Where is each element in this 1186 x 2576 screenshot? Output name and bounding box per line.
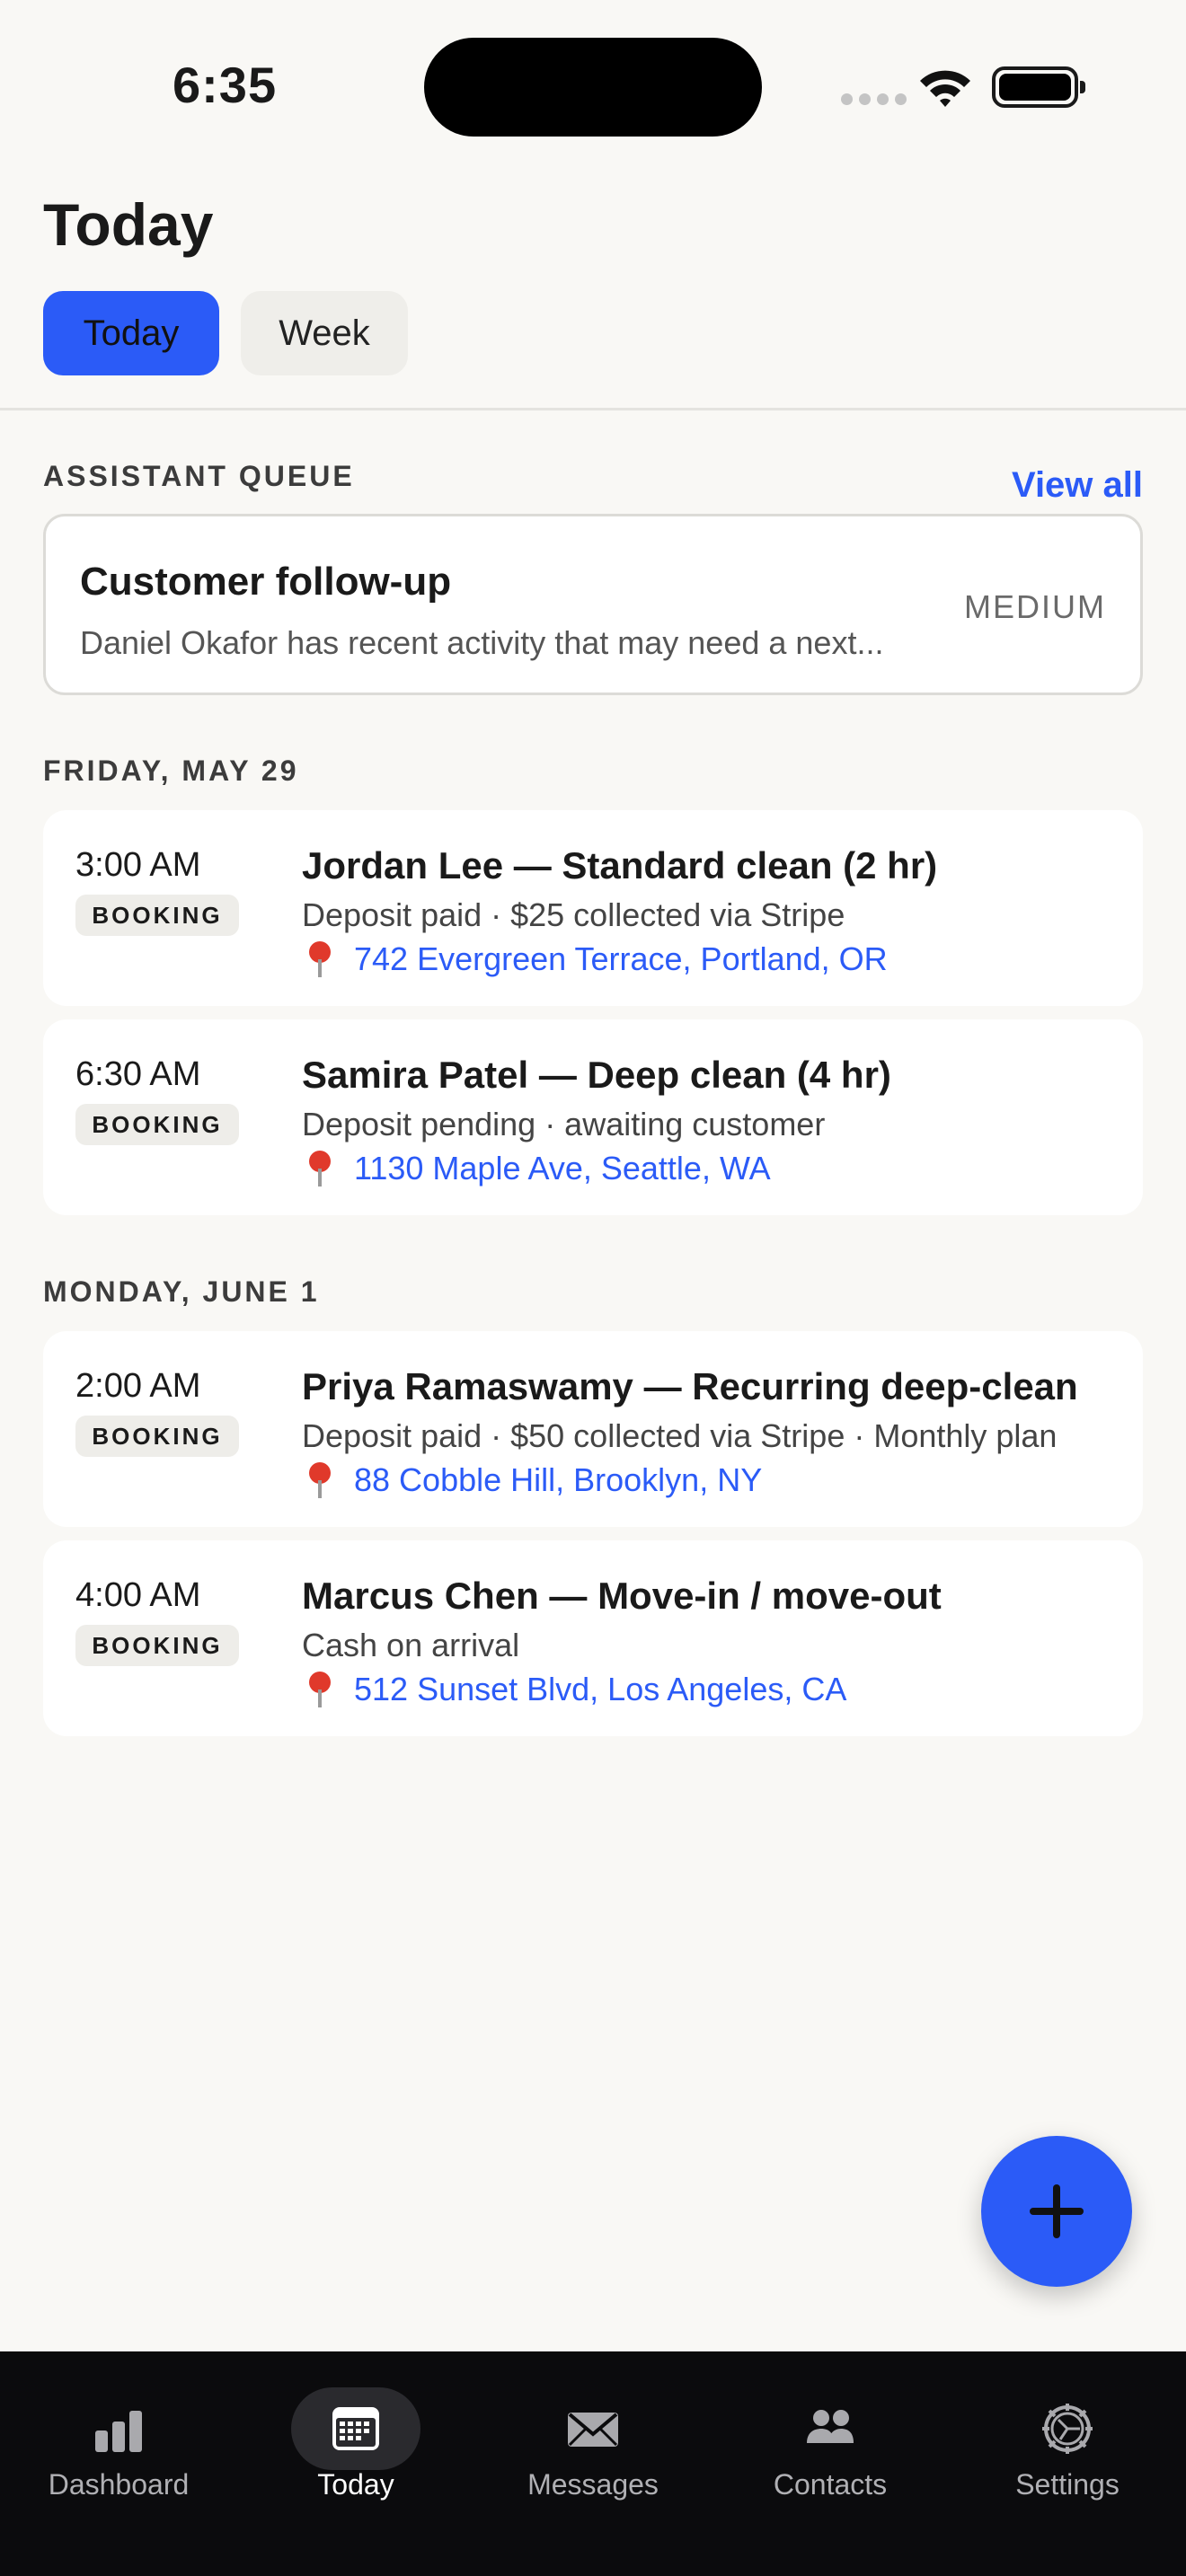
booking-title: Samira Patel — Deep clean (4 hr): [302, 1054, 891, 1096]
tab-label: Messages: [527, 2468, 659, 2501]
tab-label: Contacts: [773, 2468, 888, 2501]
tab-bar: Dashboard Today Messages Contacts Settin…: [0, 2351, 1186, 2576]
map-pin-icon: [302, 1149, 338, 1188]
queue-card-description: Daniel Okafor has recent activity that m…: [80, 624, 884, 661]
booking-badge: BOOKING: [75, 895, 239, 936]
booking-time: 2:00 AM: [75, 1367, 201, 1405]
assistant-queue-label: ASSISTANT QUEUE: [43, 460, 355, 492]
tab-dashboard[interactable]: Dashboard: [0, 2378, 237, 2504]
booking-badge: BOOKING: [75, 1625, 239, 1666]
bar-chart-icon: [95, 2411, 142, 2452]
page-title: Today: [43, 191, 214, 258]
booking-title: Priya Ramaswamy — Recurring deep-clean: [302, 1365, 1078, 1407]
booking-badge: BOOKING: [75, 1416, 239, 1457]
tab-label: Today: [317, 2468, 394, 2501]
booking-address-link[interactable]: 1130 Maple Ave, Seattle, WA: [302, 1149, 771, 1188]
booking-card[interactable]: 6:30 AM BOOKING Samira Patel — Deep clea…: [43, 1019, 1143, 1215]
segment-today[interactable]: Today: [43, 291, 219, 375]
calendar-icon: [332, 2407, 379, 2450]
wifi-icon: [920, 70, 970, 107]
booking-address: 512 Sunset Blvd, Los Angeles, CA: [354, 1671, 847, 1707]
booking-address-link[interactable]: 512 Sunset Blvd, Los Angeles, CA: [302, 1670, 846, 1709]
booking-address: 88 Cobble Hill, Brooklyn, NY: [354, 1461, 763, 1498]
segment-week[interactable]: Week: [241, 291, 408, 375]
booking-card[interactable]: 3:00 AM BOOKING Jordan Lee — Standard cl…: [43, 810, 1143, 1006]
tab-today[interactable]: Today: [237, 2378, 474, 2504]
booking-time: 4:00 AM: [75, 1576, 201, 1614]
booking-detail: Cash on arrival: [302, 1627, 520, 1663]
tab-contacts[interactable]: Contacts: [712, 2378, 949, 2504]
booking-address: 742 Evergreen Terrace, Portland, OR: [354, 940, 888, 977]
booking-time: 6:30 AM: [75, 1055, 201, 1093]
people-icon: [807, 2410, 854, 2443]
view-all-link[interactable]: View all: [1012, 465, 1143, 506]
booking-card[interactable]: 2:00 AM BOOKING Priya Ramaswamy — Recurr…: [43, 1331, 1143, 1527]
map-pin-icon: [302, 1460, 338, 1500]
booking-title: Jordan Lee — Standard clean (2 hr): [302, 844, 938, 887]
tab-label: Dashboard: [48, 2468, 190, 2501]
day-header: MONDAY, JUNE 1: [43, 1275, 320, 1308]
booking-time: 3:00 AM: [75, 846, 201, 884]
status-time: 6:35: [173, 57, 278, 113]
day-header: FRIDAY, MAY 29: [43, 754, 299, 787]
booking-title: Marcus Chen — Move-in / move-out: [302, 1575, 942, 1617]
booking-badge: BOOKING: [75, 1104, 239, 1145]
envelope-icon: [568, 2413, 618, 2447]
queue-priority-badge: MEDIUM: [964, 588, 1106, 625]
booking-detail: Deposit pending · awaiting customer: [302, 1106, 826, 1142]
status-bar: 6:35: [0, 0, 1186, 171]
booking-detail: Deposit paid · $50 collected via Stripe …: [302, 1417, 1058, 1454]
battery-icon: [992, 66, 1085, 108]
tab-messages[interactable]: Messages: [474, 2378, 712, 2504]
header-divider: [0, 408, 1186, 410]
booking-card[interactable]: 4:00 AM BOOKING Marcus Chen — Move-in / …: [43, 1540, 1143, 1736]
booking-address: 1130 Maple Ave, Seattle, WA: [354, 1150, 771, 1187]
dynamic-island: [424, 38, 762, 137]
booking-address-link[interactable]: 742 Evergreen Terrace, Portland, OR: [302, 940, 888, 979]
queue-card-title: Customer follow-up: [80, 560, 452, 604]
map-pin-icon: [302, 1670, 338, 1709]
assistant-queue-card[interactable]: Customer follow-up Daniel Okafor has rec…: [43, 514, 1143, 695]
tab-label: Settings: [1015, 2468, 1120, 2501]
today-screen: 6:35 Today Today Week ASSISTANT QUEUE Vi…: [0, 0, 1186, 2576]
gear-icon: [1042, 2404, 1093, 2454]
cellular-signal-icon: [841, 93, 907, 105]
booking-address-link[interactable]: 88 Cobble Hill, Brooklyn, NY: [302, 1460, 762, 1500]
tab-settings[interactable]: Settings: [949, 2378, 1186, 2504]
add-button[interactable]: [981, 2136, 1132, 2287]
booking-detail: Deposit paid · $25 collected via Stripe: [302, 896, 845, 933]
map-pin-icon: [302, 940, 338, 979]
